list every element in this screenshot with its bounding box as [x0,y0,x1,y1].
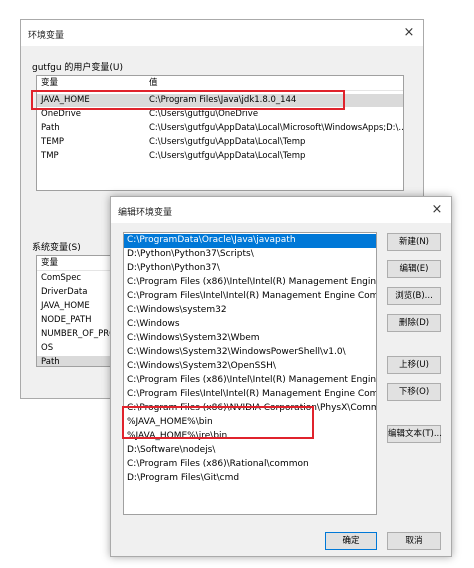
table-row[interactable]: Path C:\Users\gutfgu\AppData\Local\Micro… [37,122,403,135]
close-icon[interactable]: × [401,25,417,41]
variable-value: C:\Users\gutfgu\OneDrive [149,109,259,119]
column-header-variable[interactable]: 变量 [41,256,58,270]
variable-name: Path [41,123,60,133]
system-variables-list[interactable]: 变量 ComSpec DriverData JAVA_HOME NODE_PAT… [36,255,116,367]
table-row[interactable]: NUMBER_OF_PROCESSORS [37,328,115,341]
new-button[interactable]: 新建(N) [387,233,441,251]
table-row[interactable]: Path [37,356,115,367]
system-variables-label: 系统变量(S) [32,243,81,253]
list-item[interactable]: C:\Windows [124,318,376,332]
list-item[interactable]: C:\Program Files (x86)\NVIDIA Corporatio… [124,402,376,416]
list-item[interactable]: %JAVA_HOME%\jre\bin [124,430,376,444]
variable-name: Path [41,357,60,367]
list-item[interactable]: %JAVA_HOME%\bin [124,416,376,430]
close-icon[interactable]: × [429,202,445,218]
variable-name: OS [41,343,54,353]
ok-button[interactable]: 确定 [325,532,377,550]
table-row[interactable]: JAVA_HOME [37,300,115,313]
list-item[interactable]: C:\Windows\system32 [124,304,376,318]
dialog-title: 编辑环境变量 [118,208,173,218]
cancel-button[interactable]: 取消 [387,532,441,550]
list-header: 变量 值 [37,76,403,91]
column-header-variable[interactable]: 变量 [41,76,58,90]
title-bar: 编辑环境变量 × [111,197,451,223]
variable-name: TMP [41,151,59,161]
list-item[interactable]: C:\ProgramData\Oracle\Java\javapath [124,234,376,248]
table-row[interactable]: JAVA_HOME C:\Program Files\Java\jdk1.8.0… [37,94,403,107]
user-variables-label: gutfgu 的用户变量(U) [32,63,124,73]
table-row[interactable]: TMP C:\Users\gutfgu\AppData\Local\Temp [37,150,403,163]
variable-name: TEMP [41,137,65,147]
browse-button[interactable]: 浏览(B)... [387,287,441,305]
variable-value: C:\Program Files\Java\jdk1.8.0_144 [149,95,297,105]
variable-name: NODE_PATH [41,315,92,325]
list-item[interactable]: D:\Program Files\Git\cmd [124,472,376,486]
list-item[interactable]: C:\Program Files (x86)\Intel\Intel(R) Ma… [124,374,376,388]
variable-name: NUMBER_OF_PROCESSORS [41,329,115,339]
variable-name: OneDrive [41,109,81,119]
variable-value: C:\Users\gutfgu\AppData\Local\Temp [149,151,306,161]
variable-value: C:\Users\gutfgu\AppData\Local\Microsoft\… [149,123,404,133]
table-row[interactable]: OneDrive C:\Users\gutfgu\OneDrive [37,108,403,121]
variable-name: JAVA_HOME [41,95,90,105]
list-header: 变量 [37,256,115,271]
window-title: 环境变量 [28,31,65,41]
list-item[interactable]: C:\Program Files (x86)\Intel\Intel(R) Ma… [124,276,376,290]
delete-button[interactable]: 删除(D) [387,314,441,332]
table-row[interactable]: ComSpec [37,272,115,285]
variable-name: DriverData [41,287,88,297]
list-item[interactable]: D:\Python\Python37\Scripts\ [124,248,376,262]
variable-name: ComSpec [41,273,82,283]
table-row[interactable]: NODE_PATH [37,314,115,327]
list-item[interactable]: C:\Windows\System32\WindowsPowerShell\v1… [124,346,376,360]
move-up-button[interactable]: 上移(U) [387,356,441,374]
edit-environment-variable-dialog: 编辑环境变量 × C:\ProgramData\Oracle\Java\java… [110,196,452,557]
table-row[interactable]: DriverData [37,286,115,299]
list-item[interactable]: D:\Python\Python37\ [124,262,376,276]
variable-value: C:\Users\gutfgu\AppData\Local\Temp [149,137,306,147]
list-item[interactable]: C:\Windows\System32\Wbem [124,332,376,346]
list-item[interactable]: C:\Windows\System32\OpenSSH\ [124,360,376,374]
user-variables-list[interactable]: 变量 值 JAVA_HOME C:\Program Files\Java\jdk… [36,75,404,191]
list-item[interactable]: D:\Software\nodejs\ [124,444,376,458]
table-row[interactable]: TEMP C:\Users\gutfgu\AppData\Local\Temp [37,136,403,149]
edit-button[interactable]: 编辑(E) [387,260,441,278]
table-row[interactable]: OS [37,342,115,355]
variable-name: JAVA_HOME [41,301,90,311]
edit-text-button[interactable]: 编辑文本(T)... [387,425,442,443]
list-item[interactable]: C:\Program Files (x86)\Rational\common [124,458,376,472]
move-down-button[interactable]: 下移(O) [387,383,441,401]
title-bar: 环境变量 × [21,20,423,46]
path-list[interactable]: C:\ProgramData\Oracle\Java\javapath D:\P… [123,232,377,515]
column-header-value[interactable]: 值 [149,76,158,90]
list-item[interactable]: C:\Program Files\Intel\Intel(R) Manageme… [124,290,376,304]
list-item[interactable]: C:\Program Files\Intel\Intel(R) Manageme… [124,388,376,402]
